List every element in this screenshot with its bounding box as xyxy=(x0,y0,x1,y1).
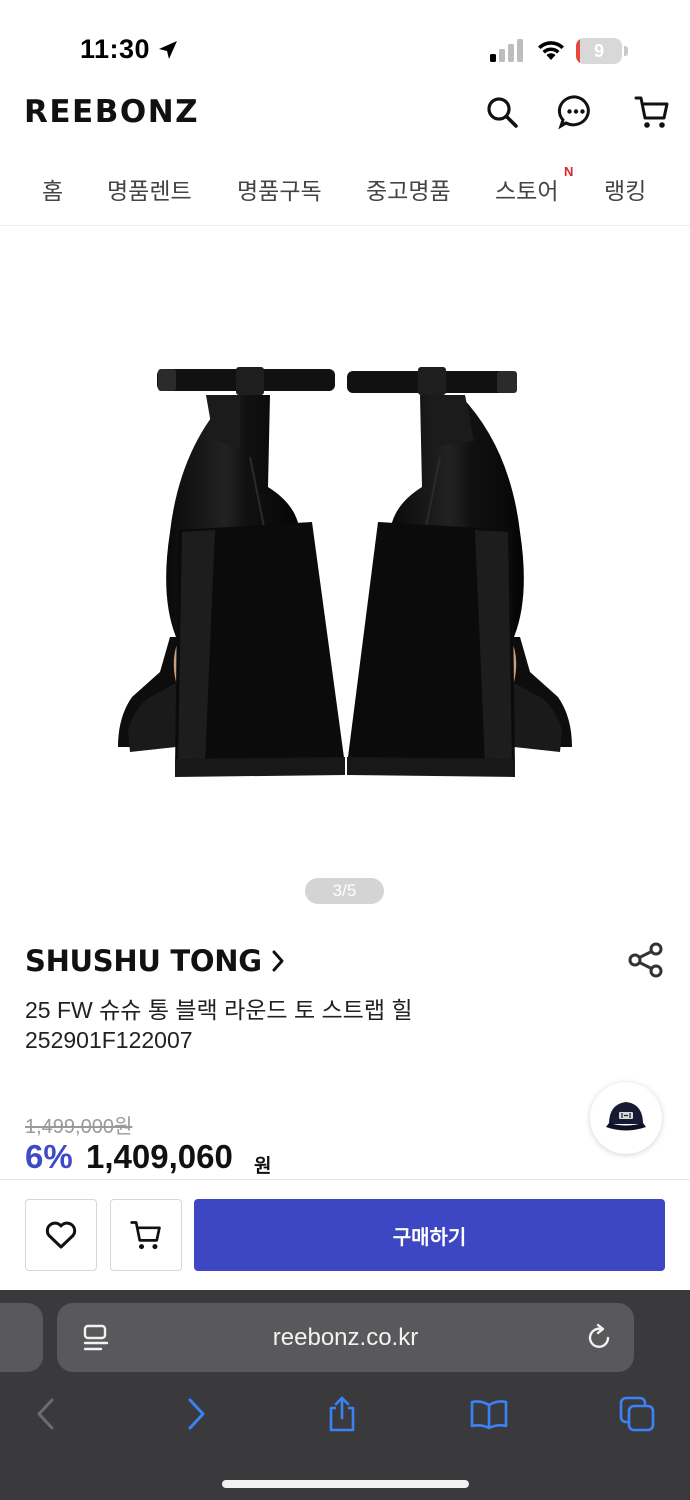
page-menu-icon[interactable] xyxy=(82,1323,110,1353)
share-page-button[interactable] xyxy=(320,1392,364,1436)
sale-price: 1,409,060 xyxy=(86,1138,233,1175)
back-button[interactable] xyxy=(24,1392,68,1436)
cart-button[interactable] xyxy=(632,92,672,132)
nav-tab-home[interactable]: 홈 xyxy=(42,172,63,206)
wishlist-button[interactable] xyxy=(25,1199,97,1271)
bookmarks-icon xyxy=(470,1400,508,1430)
reebonz-logo[interactable]: REEBONZ xyxy=(24,94,199,130)
original-price: 1,499,000원 xyxy=(25,1116,133,1138)
nav-tab-used[interactable]: 중고명품 xyxy=(366,172,451,206)
home-indicator xyxy=(222,1480,469,1488)
recently-viewed-button[interactable] xyxy=(590,1082,662,1154)
share-icon[interactable] xyxy=(626,940,666,980)
black-strap-heels-photo xyxy=(118,367,572,777)
category-nav: 홈 명품렌트 명품구독 중고명품 스토어 N 랭킹 xyxy=(0,160,690,226)
new-badge: N xyxy=(564,164,574,179)
status-time: 11:30 xyxy=(80,34,151,64)
share-icon xyxy=(329,1396,355,1432)
product-code: 252901F122007 xyxy=(25,1027,193,1053)
bookmarks-button[interactable] xyxy=(467,1392,511,1436)
price-unit: 원 xyxy=(254,1156,272,1177)
discount-rate: 6% xyxy=(25,1138,73,1175)
cart-icon xyxy=(634,96,669,128)
cellular-signal-icon xyxy=(490,39,523,62)
product-image[interactable] xyxy=(0,227,690,917)
tabs-button[interactable] xyxy=(615,1392,659,1436)
chat-button[interactable] xyxy=(556,92,596,132)
cap-thumbnail-icon xyxy=(606,1102,646,1131)
nav-tab-subscription[interactable]: 명품구독 xyxy=(237,172,322,206)
nav-tab-ranking[interactable]: 랭킹 xyxy=(604,172,646,206)
cart-icon xyxy=(130,1221,161,1250)
forward-button[interactable] xyxy=(174,1392,218,1436)
back-icon xyxy=(37,1398,54,1430)
chevron-right-icon xyxy=(272,950,284,972)
search-icon xyxy=(487,97,518,128)
url-text[interactable]: reebonz.co.kr xyxy=(57,1303,634,1372)
previous-tab-preview[interactable] xyxy=(0,1303,43,1372)
battery-level: 9 xyxy=(593,41,604,61)
buy-now-button[interactable]: 구매하기 xyxy=(194,1199,665,1271)
wifi-icon xyxy=(538,41,564,60)
location-arrow-icon xyxy=(159,41,177,59)
status-bar: 11:30 9 xyxy=(0,0,690,90)
nav-tab-rent[interactable]: 명품렌트 xyxy=(107,172,192,206)
nav-tab-store[interactable]: 스토어 xyxy=(495,172,558,206)
add-to-cart-button[interactable] xyxy=(110,1199,182,1271)
forward-icon xyxy=(188,1398,205,1430)
product-name: 25 FW 슈슈 통 블랙 라운드 토 스트랩 힐 xyxy=(25,997,413,1023)
tabs-icon xyxy=(619,1396,655,1432)
search-button[interactable] xyxy=(482,92,522,132)
battery-icon: 9 xyxy=(576,38,628,64)
reload-icon[interactable] xyxy=(584,1322,614,1352)
brand-name: SHUSHU TONG xyxy=(25,944,262,978)
chat-icon xyxy=(557,95,590,130)
heart-icon xyxy=(45,1221,77,1249)
image-counter: 3/5 xyxy=(305,878,384,904)
brand-link[interactable]: SHUSHU TONG xyxy=(25,944,286,978)
